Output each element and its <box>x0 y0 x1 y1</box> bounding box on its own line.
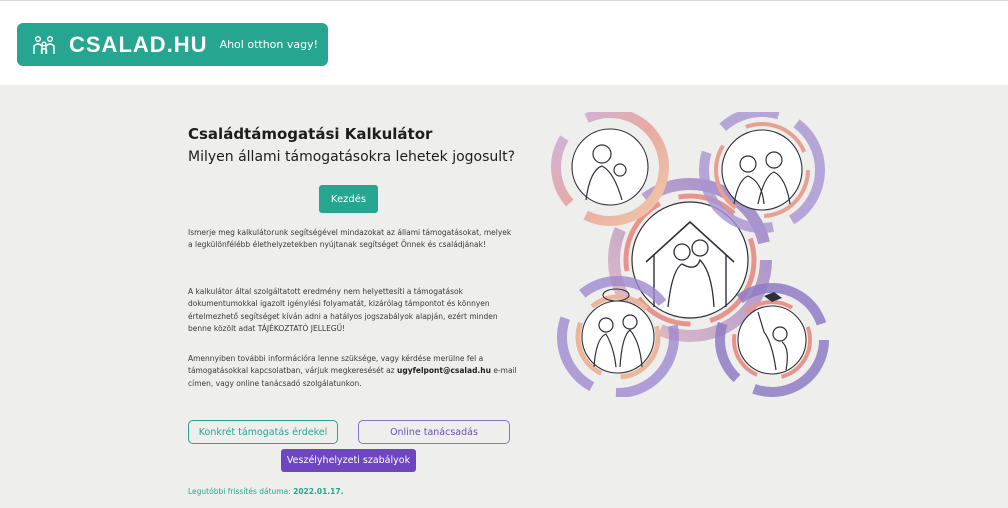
mother-child-scene <box>551 108 669 226</box>
logo-tagline: Ahol otthon vagy! <box>219 38 319 51</box>
family-illustration <box>550 107 835 398</box>
specific-support-button[interactable]: Konkrét támogatás érdekel <box>188 420 338 444</box>
family-icon <box>31 34 57 56</box>
site-header: CSALAD.HU Ahol otthon vagy! <box>0 0 1008 85</box>
page-subtitle: Milyen állami támogatásokra lehetek jogo… <box>188 149 516 165</box>
last-update: Legutóbbi frissítés dátuma: 2022.01.17. <box>188 487 343 496</box>
last-update-label: Legutóbbi frissítés dátuma: <box>188 487 294 496</box>
page-title: Családtámogatási Kalkulátor <box>188 125 433 143</box>
online-consulting-button[interactable]: Online tanácsadás <box>358 420 510 444</box>
intro-paragraph: Ismerje meg kalkulátorunk segítségével m… <box>188 228 512 250</box>
grandparents-scene <box>699 107 825 233</box>
start-button[interactable]: Kezdés <box>319 185 378 213</box>
disclaimer-paragraph: A kalkulátor által szolgáltatott eredmén… <box>188 287 498 334</box>
logo-text: CSALAD.HU <box>69 31 208 57</box>
last-update-date: 2022.01.17. <box>293 487 344 496</box>
contact-email-link[interactable]: ugyfelpont@csalad.hu <box>397 366 491 375</box>
emergency-rules-button[interactable]: Veszélyhelyzeti szabályok <box>281 449 416 472</box>
expecting-couple-scene <box>557 276 679 398</box>
contact-paragraph: Amennyiben további információra lenne sz… <box>188 353 518 390</box>
calculator-intro: Családtámogatási Kalkulátor Milyen állam… <box>188 125 518 496</box>
site-logo[interactable]: CSALAD.HU Ahol otthon vagy! <box>17 23 328 66</box>
